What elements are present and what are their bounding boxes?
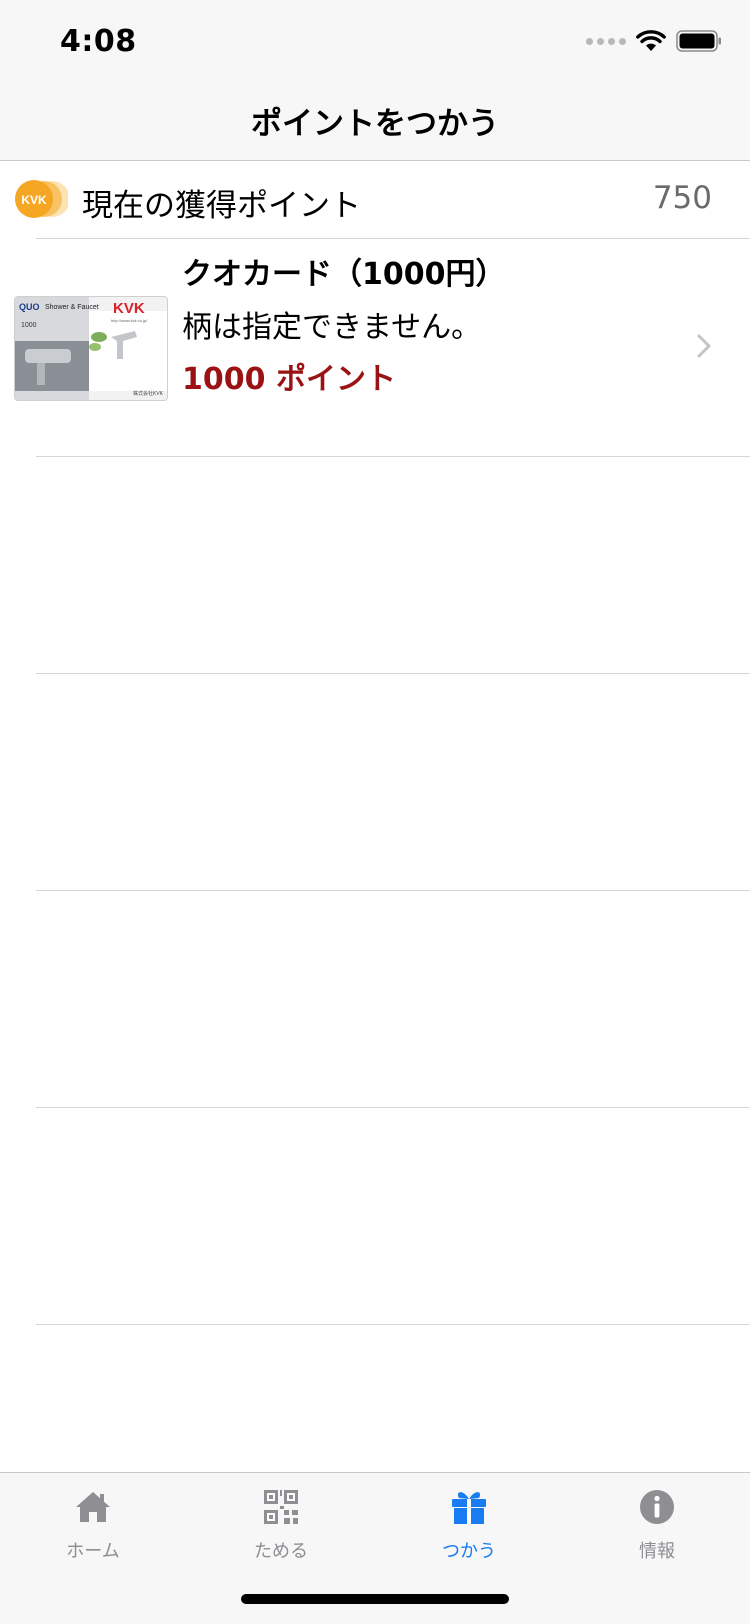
reward-name: クオカード（1000円）: [182, 257, 506, 292]
nav-bar: ポイントをつかう: [0, 90, 750, 161]
points-label: 現在の獲得ポイント: [82, 188, 361, 224]
quo-card-image: QUO 1000 Shower & Faucet KVK http://www.…: [14, 296, 168, 401]
separator: [36, 1324, 750, 1325]
points-summary-row: KVK 現在の獲得ポイント 750: [0, 161, 750, 238]
svg-text:株式会社KVK: 株式会社KVK: [133, 390, 164, 397]
svg-text:KVK: KVK: [21, 193, 47, 207]
reward-description: 柄は指定できません。: [182, 310, 482, 345]
tab-home[interactable]: ホーム: [23, 1487, 163, 1577]
separator: [36, 456, 750, 457]
points-value: 750: [652, 180, 712, 216]
separator: [36, 890, 750, 891]
separator: [36, 673, 750, 674]
svg-text:http://www.kvk.co.jp/: http://www.kvk.co.jp/: [111, 318, 148, 323]
info-icon: [640, 1490, 674, 1524]
gift-icon: [452, 1492, 486, 1524]
svg-text:QUO: QUO: [19, 302, 40, 312]
home-indicator[interactable]: [241, 1594, 509, 1604]
page-title: ポイントをつかう: [251, 106, 499, 142]
qr-code-icon: [264, 1490, 298, 1524]
svg-text:KVK: KVK: [113, 300, 145, 317]
tab-use[interactable]: つかう: [399, 1487, 539, 1577]
tab-label: ためる: [254, 1541, 308, 1562]
status-bar: 4:08: [0, 0, 750, 90]
tab-label: ホーム: [66, 1541, 120, 1562]
status-icons: [586, 30, 722, 52]
signal-dots-icon: [586, 37, 626, 45]
svg-text:Shower & Faucet: Shower & Faucet: [45, 304, 99, 311]
chevron-right-icon: [697, 334, 711, 358]
kvk-logo-icon: KVK: [15, 180, 68, 218]
svg-text:1000: 1000: [21, 322, 37, 329]
tab-collect[interactable]: ためる: [211, 1487, 351, 1577]
status-time: 4:08: [60, 24, 137, 59]
reward-points: 1000 ポイント: [182, 362, 396, 397]
tab-label: つかう: [442, 1541, 496, 1562]
separator: [36, 1107, 750, 1108]
battery-icon: [676, 30, 721, 52]
reward-item-row[interactable]: QUO 1000 Shower & Faucet KVK http://www.…: [0, 239, 750, 456]
wifi-icon: [636, 30, 666, 51]
tab-label: 情報: [639, 1541, 675, 1562]
tab-info[interactable]: 情報: [587, 1487, 727, 1577]
home-icon: [76, 1492, 110, 1522]
